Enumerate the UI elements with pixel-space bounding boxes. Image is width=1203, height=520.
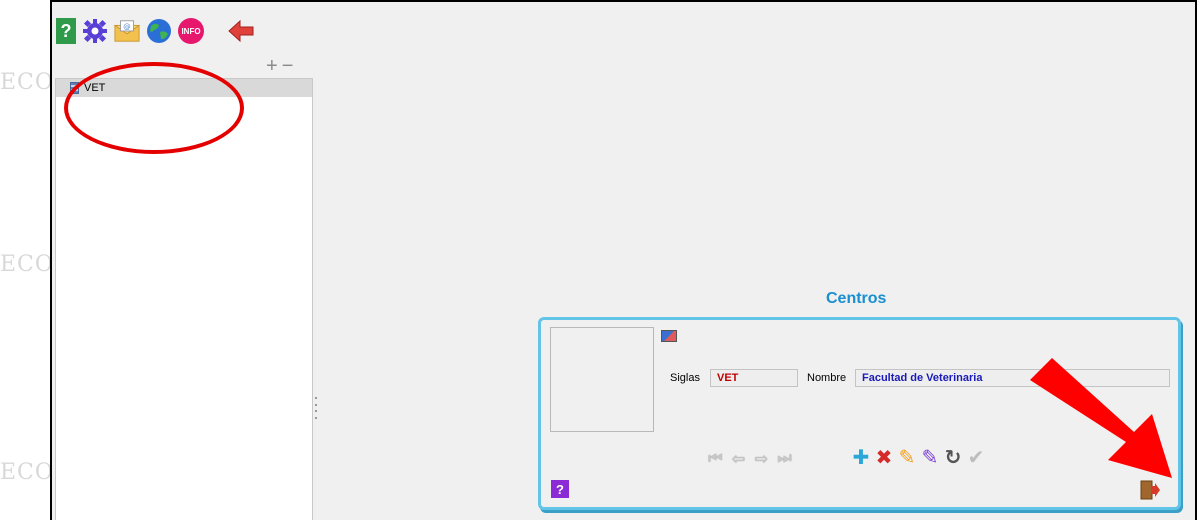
id-card-icon[interactable] <box>661 330 677 342</box>
edit-icon[interactable]: ✎ <box>897 445 917 469</box>
info-icon[interactable]: INFO <box>178 18 204 44</box>
tree-expand-controls: + − <box>266 56 293 76</box>
globe-icon[interactable] <box>146 18 172 44</box>
main-toolbar: ? @ INFO <box>56 16 254 46</box>
tree-panel: VET <box>55 78 313 520</box>
record-actions: ✚ ✖ ✎ ✎ ↻ ✔ <box>851 445 986 469</box>
nombre-label: Nombre <box>807 372 847 384</box>
refresh-icon[interactable]: ↻ <box>943 445 963 469</box>
gear-icon[interactable] <box>82 18 108 44</box>
add-icon[interactable]: ✚ <box>851 445 871 469</box>
watermark-text: ECO <box>0 252 54 277</box>
expand-all-button[interactable]: + <box>266 56 278 76</box>
mail-icon[interactable]: @ <box>114 18 140 44</box>
back-arrow-icon[interactable] <box>228 18 254 44</box>
tree-item-label: VET <box>84 82 106 94</box>
watermark-text: ECO <box>0 460 54 485</box>
centros-panel: Siglas VET Nombre Facultad de Veterinari… <box>538 317 1181 510</box>
last-record-icon[interactable]: ⏭ <box>775 448 794 467</box>
delete-icon[interactable]: ✖ <box>874 445 894 469</box>
tree-item[interactable]: VET <box>56 79 312 97</box>
watermark-text: ECO <box>0 70 54 95</box>
exit-door-icon[interactable] <box>1139 480 1161 500</box>
svg-text:@: @ <box>123 22 130 31</box>
next-record-icon[interactable]: ⇨ <box>752 449 771 468</box>
help-icon[interactable]: ? <box>551 480 569 498</box>
building-icon <box>70 82 79 94</box>
siglas-field[interactable]: VET <box>710 369 798 387</box>
nombre-field[interactable]: Facultad de Veterinaria <box>855 369 1170 387</box>
first-record-icon[interactable]: ⏮ <box>706 448 725 467</box>
panel-splitter[interactable] <box>315 397 318 419</box>
panel-title: Centros <box>826 290 887 307</box>
confirm-icon[interactable]: ✔ <box>966 445 986 469</box>
help-icon[interactable]: ? <box>56 18 76 44</box>
prev-record-icon[interactable]: ⇦ <box>729 449 748 468</box>
collapse-all-button[interactable]: − <box>282 56 294 76</box>
siglas-label: Siglas <box>670 372 700 384</box>
photo-placeholder[interactable] <box>550 327 654 432</box>
record-navigation: ⏮ ⇦ ⇨ ⏭ <box>706 448 794 468</box>
edit-alt-icon[interactable]: ✎ <box>920 445 940 469</box>
